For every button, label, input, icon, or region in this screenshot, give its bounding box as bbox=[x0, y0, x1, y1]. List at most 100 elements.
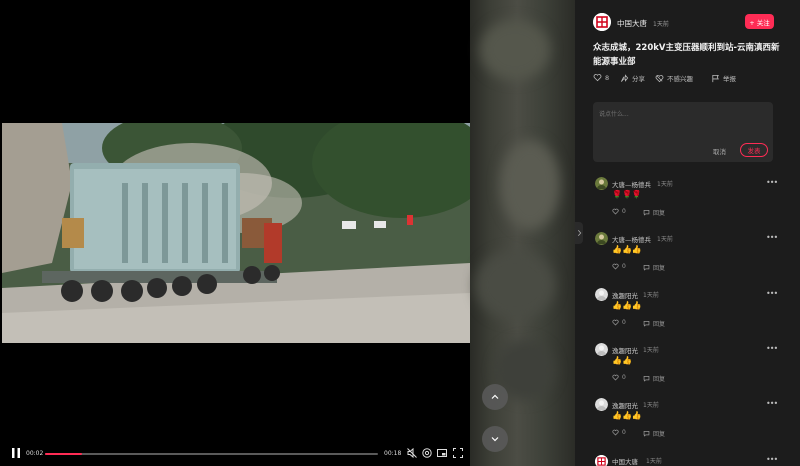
post-comment-button[interactable]: 发表 bbox=[740, 143, 768, 157]
commenter-avatar[interactable] bbox=[595, 343, 608, 356]
reply-label: 回复 bbox=[653, 321, 666, 328]
commenter-name[interactable]: 大唐—杨德兵 bbox=[612, 234, 651, 244]
comment-like-button[interactable]: 0 bbox=[612, 263, 626, 270]
comment-like-count: 0 bbox=[622, 319, 626, 326]
avatar-image bbox=[595, 177, 608, 190]
comment-time: 1天前 bbox=[657, 236, 673, 243]
like-button[interactable]: 8 bbox=[593, 73, 609, 82]
next-video-button[interactable] bbox=[482, 426, 508, 452]
comment-like-count: 0 bbox=[622, 208, 626, 215]
comment-text: 👍👍 bbox=[612, 356, 632, 365]
comment-composer: 取消 发表 bbox=[593, 102, 773, 162]
comment-item: 大唐—杨德兵 1天前 ••• 👍👍👍 0 回复 bbox=[593, 232, 778, 288]
more-options-button[interactable]: ••• bbox=[766, 233, 778, 242]
heart-icon bbox=[612, 319, 619, 326]
comment-like-button[interactable]: 0 bbox=[612, 208, 626, 215]
reply-button[interactable]: 回复 bbox=[643, 263, 665, 272]
report-button[interactable]: 举报 bbox=[711, 73, 736, 83]
mute-button[interactable] bbox=[406, 447, 418, 459]
chevron-down-icon bbox=[491, 437, 499, 442]
comment-like-count: 0 bbox=[622, 263, 626, 270]
heart-icon bbox=[612, 263, 619, 270]
commenter-avatar[interactable] bbox=[595, 288, 608, 301]
comment-like-button[interactable]: 0 bbox=[612, 374, 626, 381]
comment-text: 👍👍👍 bbox=[612, 245, 642, 254]
more-options-button[interactable]: ••• bbox=[766, 455, 778, 464]
comment-like-button[interactable]: 0 bbox=[612, 429, 626, 436]
author-logo-icon bbox=[595, 455, 608, 466]
reply-icon bbox=[643, 265, 650, 271]
author-reply-preview: 中国大唐 1天前 ••• bbox=[593, 455, 793, 466]
author-name[interactable]: 中国大唐 bbox=[617, 18, 647, 29]
comment-item: 逸趣阳光 1天前 ••• 👍👍👍 0 回复 bbox=[593, 398, 778, 454]
share-label: 分享 bbox=[632, 75, 645, 83]
comment-item: 逸趣阳光 1天前 ••• 👍👍👍 0 回复 bbox=[593, 288, 778, 344]
total-time: 00:18 bbox=[384, 450, 402, 457]
video-player[interactable]: 00:02 00:18 bbox=[0, 0, 470, 466]
heart-icon bbox=[593, 74, 602, 82]
chevron-up-icon bbox=[491, 394, 499, 399]
pause-icon bbox=[12, 448, 20, 458]
share-icon bbox=[620, 73, 629, 82]
avatar-image bbox=[595, 288, 608, 301]
author-header: 中国大唐 1天前 + 关注 bbox=[593, 13, 793, 33]
more-options-button[interactable]: ••• bbox=[766, 344, 778, 353]
comment-time: 1天前 bbox=[657, 181, 673, 188]
progress-bar[interactable] bbox=[45, 453, 378, 455]
comment-text: 🌹🌹🌹 bbox=[612, 190, 642, 199]
reply-icon bbox=[643, 431, 650, 437]
settings-button[interactable] bbox=[421, 447, 433, 459]
comment-time: 1天前 bbox=[646, 458, 662, 465]
like-count: 8 bbox=[605, 73, 610, 82]
comment-time: 1天前 bbox=[643, 347, 659, 354]
comment-input[interactable] bbox=[599, 108, 767, 120]
player-controls: 00:02 00:18 bbox=[0, 442, 470, 466]
author-avatar[interactable] bbox=[593, 13, 611, 31]
pause-button[interactable] bbox=[10, 447, 22, 459]
reply-label: 回复 bbox=[653, 431, 666, 438]
share-button[interactable]: 分享 bbox=[620, 73, 645, 83]
reply-button[interactable]: 回复 bbox=[643, 208, 665, 217]
follow-button[interactable]: + 关注 bbox=[745, 14, 774, 29]
reply-label: 回复 bbox=[653, 210, 666, 217]
post-time: 1天前 bbox=[653, 21, 669, 28]
author-logo-icon bbox=[593, 13, 611, 31]
current-time: 00:02 bbox=[26, 450, 44, 457]
comment-item: 逸趣阳光 1天前 ••• 👍👍 0 回复 bbox=[593, 343, 778, 399]
cancel-button[interactable]: 取消 bbox=[713, 146, 726, 156]
dislike-button[interactable]: 不感兴趣 bbox=[655, 73, 693, 83]
commenter-name[interactable]: 大唐—杨德兵 bbox=[612, 179, 651, 189]
comment-time: 1天前 bbox=[643, 402, 659, 409]
progress-fill bbox=[45, 453, 82, 455]
comment-text: 👍👍👍 bbox=[612, 411, 642, 420]
fullscreen-button[interactable] bbox=[452, 447, 464, 459]
reply-button[interactable]: 回复 bbox=[643, 374, 665, 383]
fullscreen-icon bbox=[453, 448, 463, 458]
dislike-label: 不感兴趣 bbox=[667, 75, 693, 83]
heart-icon bbox=[612, 374, 619, 381]
dislike-icon bbox=[655, 74, 664, 82]
more-options-button[interactable]: ••• bbox=[766, 399, 778, 408]
picture-in-picture-icon bbox=[437, 449, 447, 457]
more-options-button[interactable]: ••• bbox=[766, 289, 778, 298]
reply-label: 回复 bbox=[653, 265, 666, 272]
commenter-avatar[interactable] bbox=[595, 232, 608, 245]
video-title: 众志成城，220kV主变压器顺利到站-云南滇西新能源事业部 bbox=[593, 43, 780, 67]
more-options-button[interactable]: ••• bbox=[766, 178, 778, 187]
commenter-avatar[interactable] bbox=[595, 177, 608, 190]
commenter-avatar[interactable] bbox=[595, 398, 608, 411]
author-avatar[interactable] bbox=[595, 455, 608, 466]
reply-button[interactable]: 回复 bbox=[643, 319, 665, 328]
previous-video-button[interactable] bbox=[482, 384, 508, 410]
heart-icon bbox=[612, 429, 619, 436]
pip-button[interactable] bbox=[436, 447, 448, 459]
video-frame[interactable] bbox=[2, 123, 470, 343]
comment-text: 👍👍👍 bbox=[612, 301, 642, 310]
reply-button[interactable]: 回复 bbox=[643, 429, 665, 438]
commenter-name[interactable]: 逸趣阳光 bbox=[612, 290, 638, 300]
commenter-name[interactable]: 逸趣阳光 bbox=[612, 345, 638, 355]
commenter-name[interactable]: 中国大唐 bbox=[612, 456, 638, 466]
commenter-name[interactable]: 逸趣阳光 bbox=[612, 400, 638, 410]
collapse-panel-button[interactable] bbox=[575, 222, 583, 244]
comment-like-button[interactable]: 0 bbox=[612, 319, 626, 326]
